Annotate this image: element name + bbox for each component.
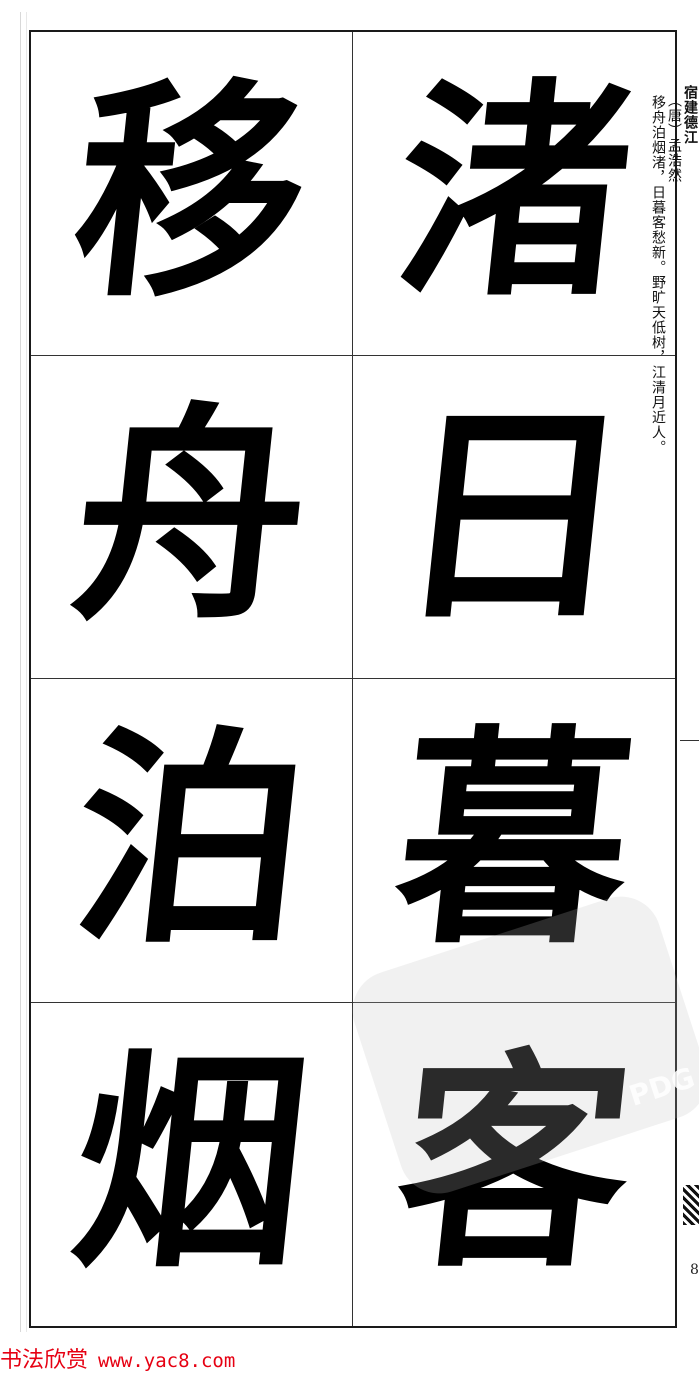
footer: 书法欣赏 www.yac8.com	[0, 1342, 235, 1373]
grid-cell: 暮	[353, 679, 675, 1003]
calligraphy-character: 泊	[62, 705, 321, 976]
page-edge	[20, 12, 27, 1332]
grid-cell: 客	[353, 1003, 675, 1327]
side-divider	[680, 740, 699, 741]
grid-cell: 舟	[31, 355, 353, 679]
calligraphy-character: 烟	[62, 1029, 321, 1300]
poem-text: 移舟泊烟渚，日暮客愁新。野旷天低树，江清月近人。	[650, 95, 666, 455]
footer-url[interactable]: www.yac8.com	[98, 1350, 235, 1372]
footer-site-name: 书法欣赏	[0, 1348, 89, 1373]
calligraphy-character: 渚	[384, 58, 644, 329]
grid-cell: 移	[31, 32, 353, 356]
grid-cell: 日	[353, 356, 675, 679]
calligraphy-character: 移	[62, 58, 321, 329]
page-corner-decoration	[683, 1185, 699, 1225]
calligraphy-character: 暮	[384, 705, 644, 976]
grid-cell: 泊	[31, 679, 353, 1003]
calligraphy-character: 客	[384, 1029, 644, 1300]
calligraphy-character: 日	[384, 381, 644, 652]
grid-cell: 烟	[31, 1002, 353, 1326]
poem-author: （唐）孟浩然	[666, 93, 682, 183]
calligraphy-character: 舟	[62, 381, 321, 652]
poem-title: 宿建德江	[682, 85, 698, 145]
side-caption: 宿建德江 （唐）孟浩然 移舟泊烟渚，日暮客愁新。野旷天低树，江清月近人。	[650, 85, 698, 455]
calligraphy-grid: 移 舟 泊 烟 渚 日 暮 客	[29, 30, 677, 1328]
page-number: 8	[690, 1262, 699, 1278]
grid-cell: 渚	[353, 32, 675, 356]
